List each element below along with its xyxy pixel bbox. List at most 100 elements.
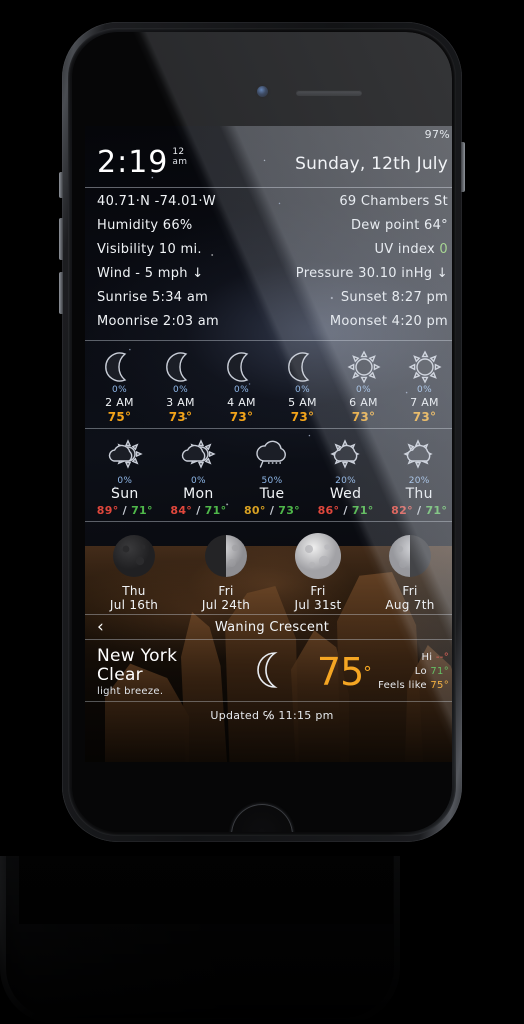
clock-bar[interactable]: 2:19 12 am Sunday, 12th July: [85, 146, 452, 188]
day-low: 71°: [131, 504, 153, 517]
wind-value: Wind - 5 mph ↓: [97, 266, 204, 281]
sun-icon: [394, 347, 452, 387]
clock-display[interactable]: 2:19 12 am: [97, 146, 187, 180]
day-low: 71°: [204, 504, 227, 517]
dew-point-value: Dew point 64°: [350, 218, 448, 233]
moonset-value: Moonset 4:20 pm: [329, 314, 448, 329]
hour-temp: 75°: [107, 410, 132, 424]
precip-probability: 0%: [234, 385, 249, 395]
moon-day: Fri: [218, 584, 234, 598]
current-temp-value: 75: [316, 649, 364, 694]
daily-cell[interactable]: 0% Sun 89° / 71°: [88, 434, 162, 517]
detail-row-visibility: Visibility 10 mi. UV index 0: [97, 242, 448, 266]
moon-date: Aug 7th: [385, 598, 435, 612]
reflection-bezel: Updated ℅ 11:15 pm: [6, 856, 394, 1018]
sun-cloud-icon: [382, 434, 452, 478]
hourly-forecast-strip[interactable]: 0% 2 AM 75° 0% 3 AM 73° 0% 4 AM 73° 0% 5…: [85, 341, 452, 428]
current-icon-block: [227, 648, 307, 696]
moon-date: Jul 24th: [201, 598, 251, 612]
phone-front-face: 97% 2:19 12 am Sunday, 12th July 40.71·N…: [72, 32, 452, 832]
sunrise-value: Sunrise 5:34 am: [97, 290, 209, 305]
precip-probability: 0%: [117, 476, 133, 486]
uv-index: UV index 0: [374, 242, 448, 257]
mute-switch[interactable]: [59, 172, 63, 198]
day-label: Tue: [259, 486, 285, 502]
hourly-cell[interactable]: 0% 4 AM 73°: [211, 347, 272, 424]
feels-like-label: Feels like: [378, 679, 427, 691]
sun-icon: [333, 347, 394, 387]
detail-list: 40.71·N -74.01·W 69 Chambers St Humidity…: [85, 188, 452, 340]
hourly-cell[interactable]: 0% 6 AM 73°: [333, 347, 394, 424]
day-label: Wed: [329, 486, 362, 502]
uv-index-value: 0: [439, 242, 448, 257]
precip-probability: 0%: [112, 385, 127, 395]
day-high: 82°: [391, 504, 413, 517]
uv-index-label: UV index: [374, 242, 435, 257]
precip-probability: 0%: [417, 385, 432, 395]
precip-probability: 0%: [356, 385, 371, 395]
phone-screen[interactable]: 97% 2:19 12 am Sunday, 12th July 40.71·N…: [85, 126, 452, 762]
current-condition: Clear: [97, 664, 143, 685]
detail-row-sun: Sunrise 5:34 am Sunset 8:27 pm: [97, 290, 448, 314]
front-camera-icon: [257, 86, 268, 97]
moonrise-value: Moonrise 2:03 am: [97, 314, 219, 329]
day-high: 89°: [96, 504, 119, 517]
hourly-cell[interactable]: 0% 2 AM 75°: [89, 347, 150, 424]
hour-temp: 73°: [229, 410, 254, 424]
current-description: light breeze.: [97, 685, 164, 697]
hourly-cell[interactable]: 0% 3 AM 73°: [150, 347, 211, 424]
clock-meridiem-group: 12 am: [172, 148, 187, 168]
daily-cell[interactable]: 50% Tue 80° / 73°: [235, 434, 309, 517]
clock-hour-format: 12: [172, 147, 185, 157]
hour-temp: 73°: [168, 410, 193, 424]
hi-value: --°: [435, 651, 449, 663]
coordinates-value: 40.71·N -74.01·W: [97, 194, 216, 209]
moon-phase-cell[interactable]: Thu Jul 16th: [88, 530, 180, 612]
visibility-value: Visibility 10 mi.: [97, 242, 202, 257]
detail-row-wind: Wind - 5 mph ↓ Pressure 30.10 inHg ↓: [97, 266, 448, 290]
precip-probability: 0%: [173, 385, 188, 395]
daily-forecast-strip[interactable]: 0% Sun 89° / 71° 0% Mon 84° / 71° 50% Tu…: [85, 429, 452, 521]
moon-phase-bar[interactable]: ‹ Waning Crescent: [85, 614, 452, 640]
clock-time: 2:19: [97, 145, 169, 180]
precip-probability: 50%: [261, 476, 283, 486]
day-low: 71°: [351, 504, 374, 517]
detail-row-humidity: Humidity 66% Dew point 64°: [97, 218, 448, 242]
day-temps: 84° / 71°: [170, 504, 227, 517]
volume-up-button[interactable]: [59, 218, 63, 260]
moon-date: Jul 16th: [109, 598, 159, 612]
hourly-cell[interactable]: 0% 5 AM 73°: [272, 347, 333, 424]
moon-phase-cell[interactable]: Fri Jul 24th: [180, 530, 272, 612]
chevron-left-icon[interactable]: ‹: [97, 617, 104, 637]
phone-bezel: 97% 2:19 12 am Sunday, 12th July 40.71·N…: [68, 28, 456, 836]
battery-percentage: 97%: [424, 128, 450, 141]
current-date: Sunday, 12th July: [295, 154, 448, 174]
device-reflection: Updated ℅ 11:15 pm: [0, 856, 524, 1024]
moon-phase-cell[interactable]: Fri Aug 7th: [364, 530, 452, 612]
crescent-moon-icon: [272, 347, 333, 387]
hour-label: 7 AM: [410, 396, 439, 409]
hourly-cell[interactable]: 0% 7 AM 73°: [394, 347, 452, 424]
moon-phase-cell[interactable]: Fri Jul 31st: [272, 530, 364, 612]
daily-cell[interactable]: 0% Mon 84° / 71°: [162, 434, 236, 517]
hour-label: 4 AM: [227, 396, 256, 409]
day-temps: 82° / 71°: [391, 504, 448, 517]
crescent-moon-icon: [211, 347, 272, 387]
new-moon-icon: [88, 530, 180, 582]
daily-cell[interactable]: 20% Wed 86° / 71°: [309, 434, 383, 517]
daily-cell[interactable]: 20% Thu 82° / 71°: [382, 434, 452, 517]
detail-row-moon: Moonrise 2:03 am Moonset 4:20 pm: [97, 314, 448, 338]
current-conditions-panel[interactable]: New York Clear light breeze. 75° Hi --° …: [85, 640, 452, 702]
precip-probability: 0%: [295, 385, 310, 395]
precip-probability: 20%: [335, 476, 357, 486]
moon-phase-label: Waning Crescent: [214, 619, 330, 635]
feels-like-value: 75°: [430, 679, 449, 691]
moon-phase-strip[interactable]: Thu Jul 16th Fri Jul 24th Fri Jul 31st F…: [85, 522, 452, 614]
humidity-value: Humidity 66%: [97, 218, 193, 233]
sun-cloud-icon: [309, 434, 383, 478]
home-button[interactable]: [231, 804, 293, 832]
volume-down-button[interactable]: [59, 272, 63, 314]
sun-cloud-icon: [162, 434, 236, 478]
lo-value: 71°: [430, 665, 449, 677]
power-button[interactable]: [461, 142, 465, 192]
